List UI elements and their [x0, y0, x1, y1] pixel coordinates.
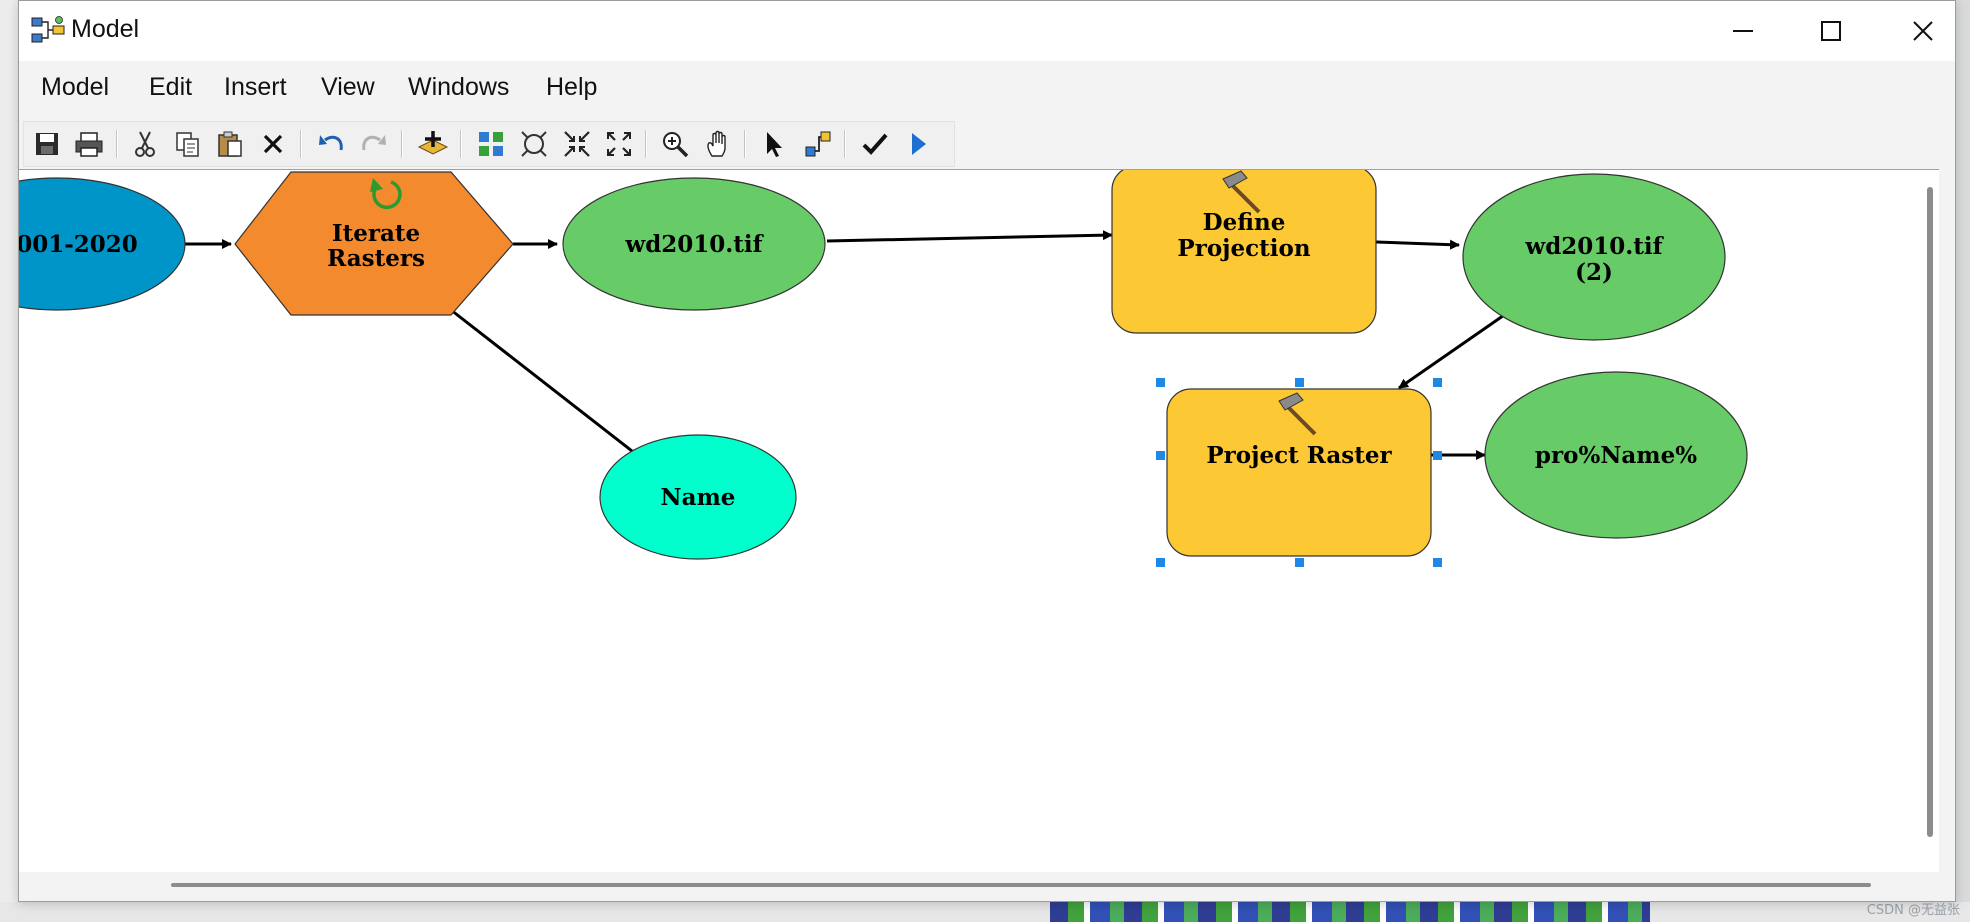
zoom-in-fixed-icon — [564, 131, 590, 157]
node-input-raster-label: 001-2020 — [19, 231, 138, 258]
full-extent-icon — [521, 131, 547, 157]
node-define-projection[interactable]: Define Projection — [1111, 170, 1377, 334]
node-iterate-label-line1: Iterate — [332, 220, 420, 247]
cut-icon — [135, 131, 155, 157]
save-button[interactable] — [30, 127, 64, 161]
auto-layout-icon — [479, 132, 503, 156]
menu-view[interactable]: View — [321, 73, 375, 102]
minimize-button[interactable] — [1699, 1, 1787, 61]
node-define-label-line1: Define — [1203, 209, 1286, 236]
node-wd2010-2-label-line2: (2) — [1575, 259, 1613, 286]
run-icon — [912, 133, 926, 155]
undo-icon — [319, 135, 343, 151]
node-iterate-label-line2: Rasters — [327, 245, 425, 272]
copy-icon — [176, 132, 199, 157]
paste-button[interactable] — [213, 127, 247, 161]
minimize-icon — [1733, 30, 1753, 32]
window-title: Model — [71, 15, 140, 43]
menu-edit[interactable]: Edit — [149, 73, 192, 102]
menu-insert[interactable]: Insert — [224, 73, 287, 102]
node-output-label: pro%Name% — [1535, 442, 1697, 469]
pan-button[interactable] — [701, 127, 735, 161]
node-iterate-rasters[interactable]: Iterate Rasters — [234, 171, 514, 316]
connector-wd2010-2-to-project[interactable] — [1398, 309, 1511, 390]
toolbar-separator — [645, 130, 646, 158]
node-input-raster[interactable]: 001-2020 — [19, 177, 186, 311]
node-project-raster[interactable]: Project Raster — [1156, 378, 1442, 567]
save-icon — [36, 133, 58, 155]
connect-button[interactable] — [801, 127, 835, 161]
toolbar-separator — [844, 130, 845, 158]
zoom-out-fixed-icon — [607, 132, 631, 156]
toolbar-separator — [401, 130, 402, 158]
add-data-button[interactable] — [416, 127, 450, 161]
run-button[interactable] — [901, 127, 935, 161]
node-wd2010-label: wd2010.tif — [624, 231, 764, 258]
model-canvas[interactable]: 001-2020 Iterate Rasters wd2010.tif Name… — [19, 169, 1939, 872]
maximize-button[interactable] — [1787, 1, 1875, 61]
print-icon — [75, 132, 103, 157]
node-name[interactable]: Name — [599, 434, 797, 560]
zoom-icon — [663, 132, 689, 158]
close-icon — [1913, 21, 1933, 41]
toolbar-separator — [744, 130, 745, 158]
full-extent-button[interactable] — [517, 127, 551, 161]
menu-windows[interactable]: Windows — [408, 73, 509, 102]
print-button[interactable] — [72, 127, 106, 161]
select-icon — [767, 132, 782, 157]
connector-define-to-wd2010-2[interactable] — [1375, 239, 1460, 250]
menu-model[interactable]: Model — [41, 73, 109, 102]
redo-icon — [362, 135, 386, 151]
copy-button[interactable] — [171, 127, 205, 161]
validate-button[interactable] — [858, 127, 892, 161]
delete-button[interactable] — [256, 127, 290, 161]
connect-icon — [805, 131, 831, 157]
auto-layout-button[interactable] — [474, 127, 508, 161]
node-define-label-line2: Projection — [1177, 235, 1310, 262]
cut-button[interactable] — [128, 127, 162, 161]
model-app-icon — [31, 16, 65, 43]
connector-wd2010-to-define[interactable] — [826, 230, 1113, 243]
connector-iterate-to-name[interactable] — [450, 308, 642, 460]
node-wd2010[interactable]: wd2010.tif — [562, 177, 826, 311]
zoom-in-fixed-button[interactable] — [560, 127, 594, 161]
node-output-raster[interactable]: pro%Name% — [1484, 371, 1748, 539]
paste-icon — [218, 131, 242, 157]
toolbar-separator — [116, 130, 117, 158]
toolbar — [23, 121, 955, 167]
model-window: Model Model Edit Insert View Windows Hel… — [18, 0, 1956, 902]
undo-button[interactable] — [314, 127, 348, 161]
toolbar-separator — [300, 130, 301, 158]
background-map-thumbnail — [1050, 902, 1650, 922]
delete-icon — [263, 134, 283, 154]
horizontal-scrollbar[interactable] — [171, 883, 1871, 887]
close-button[interactable] — [1879, 1, 1967, 61]
add-data-icon — [417, 131, 449, 155]
select-button[interactable] — [758, 127, 792, 161]
node-project-label: Project Raster — [1206, 442, 1392, 469]
model-diagram: 001-2020 Iterate Rasters wd2010.tif Name… — [19, 170, 1748, 567]
node-wd2010-2[interactable]: wd2010.tif (2) — [1462, 173, 1726, 341]
redo-button[interactable] — [357, 127, 391, 161]
zoom-out-fixed-button[interactable] — [602, 127, 636, 161]
zoom-button[interactable] — [658, 127, 692, 161]
background-desktop-bottom — [0, 902, 1970, 922]
background-desktop-left — [0, 0, 19, 922]
validate-icon — [862, 133, 888, 155]
menu-bar — [19, 61, 1955, 117]
node-name-label: Name — [661, 484, 736, 511]
menu-help[interactable]: Help — [546, 73, 597, 102]
pan-icon — [707, 130, 726, 157]
title-bar[interactable]: Model — [19, 1, 1955, 61]
vertical-scrollbar[interactable] — [1927, 187, 1933, 837]
toolbar-separator — [460, 130, 461, 158]
node-wd2010-2-label-line1: wd2010.tif — [1524, 233, 1664, 260]
maximize-icon — [1821, 21, 1841, 41]
